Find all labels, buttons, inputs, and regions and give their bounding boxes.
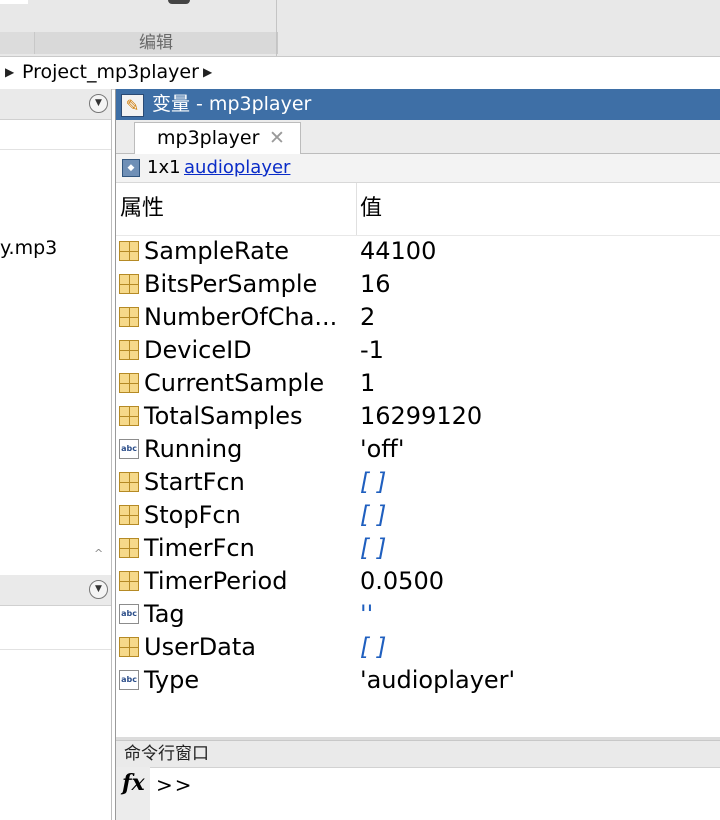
variable-editor-icon: ✎ [121, 94, 144, 117]
property-name: SampleRate [144, 237, 290, 265]
breadcrumb-project-folder[interactable]: Project_mp3player [22, 57, 199, 87]
property-name: Tag [144, 600, 185, 628]
grid-icon [119, 505, 139, 525]
breadcrumb-arrow-icon[interactable]: ▶ [5, 57, 14, 87]
property-table-header: 属性 值 [116, 183, 720, 236]
table-row[interactable]: TimerFcn [ ] [116, 532, 720, 565]
details-panel-header: ▼ [0, 575, 111, 606]
variable-size: 1x1 [147, 157, 181, 178]
table-row[interactable]: StartFcn [ ] [116, 466, 720, 499]
toolstrip-separator [276, 0, 277, 56]
variables-tabstrip: mp3player ✕ [116, 120, 720, 154]
command-prompt[interactable]: >> [156, 773, 194, 797]
grid-icon [119, 637, 139, 657]
toolstrip-button-icon[interactable] [168, 0, 190, 4]
table-row[interactable]: TotalSamples 16299120 [116, 400, 720, 433]
column-header-value[interactable]: 值 [360, 183, 382, 235]
class-link[interactable]: audioplayer [184, 154, 290, 182]
toolstrip-section-divider [0, 32, 34, 54]
table-row[interactable]: NumberOfCha... 2 [116, 301, 720, 334]
property-value[interactable]: 0.0500 [360, 565, 444, 598]
table-row[interactable]: TimerPeriod 0.0500 [116, 565, 720, 598]
property-name: StartFcn [144, 468, 245, 496]
property-name: TotalSamples [144, 402, 303, 430]
property-value[interactable]: [ ] [360, 499, 386, 532]
property-value[interactable]: '' [360, 598, 373, 631]
variable-summary: ◆ 1x1 audioplayer [116, 154, 720, 183]
variables-title: 变量 - mp3player [152, 93, 312, 115]
grid-icon [119, 307, 139, 327]
property-value[interactable]: 1 [360, 367, 375, 400]
current-folder-header: ▼ [0, 89, 111, 120]
property-value[interactable]: [ ] [360, 466, 386, 499]
property-name: Running [144, 435, 243, 463]
property-value[interactable]: 'audioplayer' [360, 664, 515, 697]
toolstrip-tab-remnant [0, 0, 28, 4]
current-folder-panel: ▼ y.mp3 ^ ▼ [0, 89, 112, 820]
table-row[interactable]: abc Tag '' [116, 598, 720, 631]
variables-titlebar: ✎ 变量 - mp3player [116, 89, 720, 120]
property-name: CurrentSample [144, 369, 325, 397]
table-row[interactable]: CurrentSample 1 [116, 367, 720, 400]
grid-icon [119, 274, 139, 294]
abc-icon: abc [119, 670, 139, 690]
column-resize-handle[interactable] [356, 183, 357, 235]
table-row[interactable]: abc Running 'off' [116, 433, 720, 466]
property-name: DeviceID [144, 336, 252, 364]
property-value[interactable]: 16299120 [360, 400, 482, 433]
grid-icon [119, 538, 139, 558]
table-row[interactable]: DeviceID -1 [116, 334, 720, 367]
file-item-mp3[interactable]: y.mp3 [0, 237, 57, 259]
column-header-property[interactable]: 属性 [120, 183, 164, 235]
property-name: TimerPeriod [144, 567, 288, 595]
tab-label: mp3player [157, 127, 260, 149]
property-value[interactable]: 44100 [360, 235, 436, 268]
grid-icon [119, 472, 139, 492]
property-value[interactable]: 'off' [360, 433, 404, 466]
panel-actions-icon[interactable]: ▼ [89, 580, 108, 599]
grid-icon [119, 373, 139, 393]
table-row[interactable]: BitsPerSample 16 [116, 268, 720, 301]
grid-icon [119, 571, 139, 591]
toolstrip-section-caption: 编辑 [34, 32, 278, 54]
property-value[interactable]: 16 [360, 268, 391, 301]
object-icon: ◆ [122, 159, 140, 177]
close-icon[interactable]: ✕ [269, 123, 285, 153]
command-window: 命令行窗口 fx >> [115, 740, 720, 820]
function-browser-icon[interactable]: fx [122, 770, 145, 796]
details-divider [0, 649, 111, 650]
variables-window: ✎ 变量 - mp3player mp3player ✕ ◆ 1x1 audio… [115, 89, 720, 740]
table-row[interactable]: abc Type 'audioplayer' [116, 664, 720, 697]
table-row[interactable]: StopFcn [ ] [116, 499, 720, 532]
address-bar[interactable]: ▶ Project_mp3player ▶ [0, 56, 720, 90]
folder-list-divider [0, 149, 111, 150]
property-name: StopFcn [144, 501, 241, 529]
grid-icon [119, 406, 139, 426]
panel-actions-icon[interactable]: ▼ [89, 94, 108, 113]
collapse-caret-icon[interactable]: ^ [94, 547, 103, 560]
property-name: TimerFcn [144, 534, 255, 562]
tab-mp3player[interactable]: mp3player ✕ [134, 122, 301, 154]
property-value[interactable]: -1 [360, 334, 384, 367]
property-name: UserData [144, 633, 257, 661]
command-window-header: 命令行窗口 [116, 740, 720, 768]
toolstrip: 编辑 [0, 0, 720, 56]
property-value[interactable]: [ ] [360, 631, 386, 664]
breadcrumb-arrow-icon[interactable]: ▶ [203, 57, 212, 87]
property-name: NumberOfCha... [144, 303, 338, 331]
abc-icon: abc [119, 439, 139, 459]
grid-icon [119, 340, 139, 360]
grid-icon [119, 241, 139, 261]
property-value[interactable]: 2 [360, 301, 375, 334]
table-row[interactable]: UserData [ ] [116, 631, 720, 664]
abc-icon: abc [119, 604, 139, 624]
property-name: Type [144, 666, 200, 694]
command-window-title: 命令行窗口 [124, 744, 209, 764]
table-row[interactable]: SampleRate 44100 [116, 235, 720, 268]
property-name: BitsPerSample [144, 270, 318, 298]
property-value[interactable]: [ ] [360, 532, 386, 565]
